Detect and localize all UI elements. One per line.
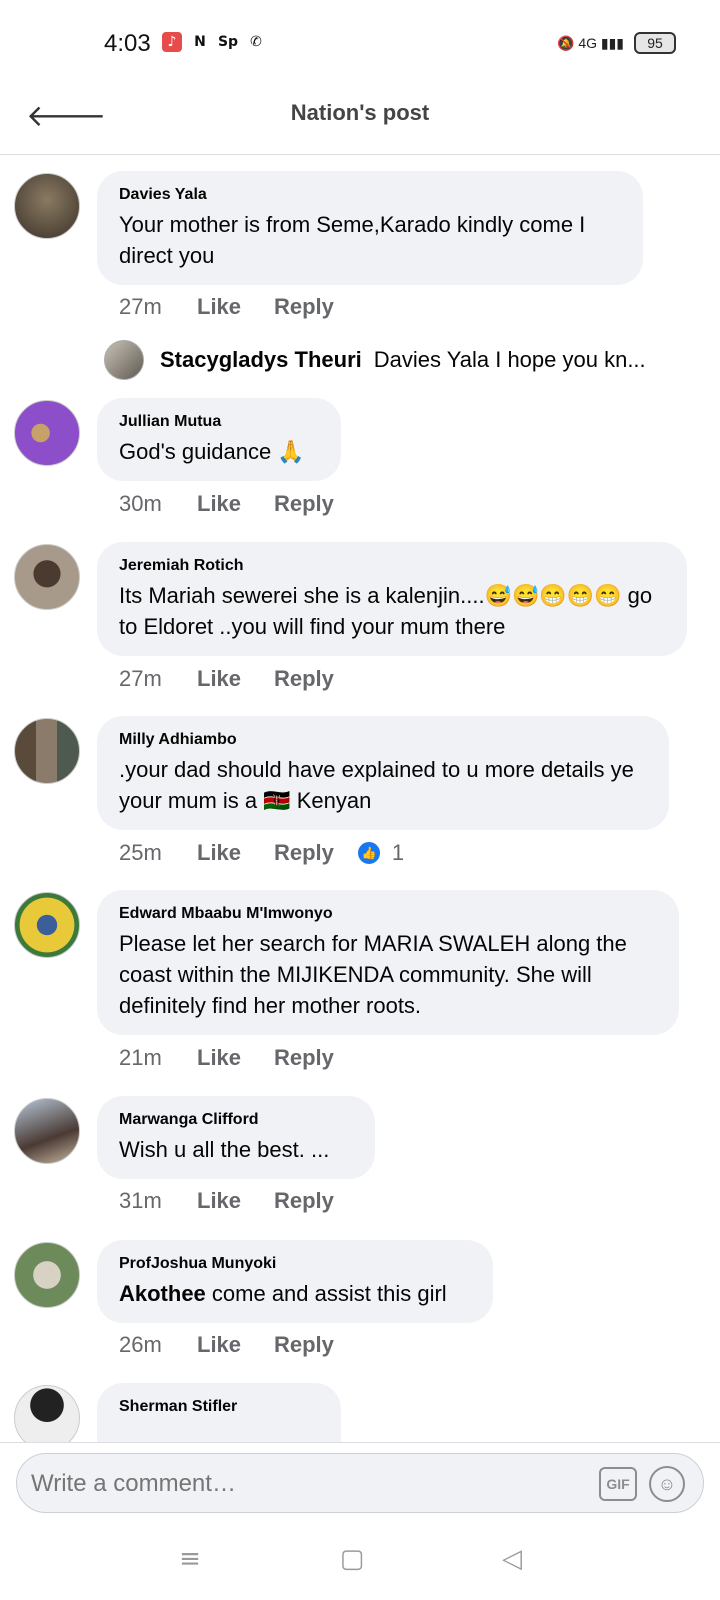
avatar[interactable] <box>14 718 80 784</box>
comment-text: .your dad should have explained to u mor… <box>119 757 634 813</box>
netflix-icon: N <box>194 34 206 50</box>
comment-bubble[interactable]: Milly Adhiambo .your dad should have exp… <box>97 716 669 830</box>
comment-bubble[interactable]: Davies Yala Your mother is from Seme,Kar… <box>97 171 643 285</box>
comment-actions: 31m Like Reply <box>119 1188 334 1214</box>
like-button[interactable]: Like <box>197 666 274 692</box>
page-title: Nation's post <box>290 100 430 125</box>
avatar[interactable] <box>14 1242 80 1308</box>
comment-actions: 21m Like Reply <box>119 1045 334 1071</box>
comment-text: Please let her search for MARIA SWALEH a… <box>119 931 627 1018</box>
menu-icon[interactable]: ≡ <box>170 1544 210 1574</box>
comment-bubble[interactable]: Edward Mbaabu M'Imwonyo Please let her s… <box>97 890 679 1035</box>
comment-composer-bar: GIF ☺ <box>0 1442 720 1523</box>
mentioned-user[interactable]: Akothee <box>119 1281 206 1306</box>
avatar[interactable] <box>14 1385 80 1442</box>
comment-bubble[interactable]: Jullian Mutua God's guidance 🙏 <box>97 398 341 481</box>
emoji-icon[interactable]: ☺ <box>649 1466 685 1502</box>
music-app-icon: ♪ <box>162 32 182 52</box>
comment-time: 27m <box>119 294 162 319</box>
comment-text: Akothee come and assist this girl <box>119 1281 447 1306</box>
signal-icon: 🔕 4G ▮▮▮ <box>557 34 624 51</box>
comments-list[interactable]: Davies Yala Your mother is from Seme,Kar… <box>0 155 720 1442</box>
reply-snippet: Davies Yala I hope you kn... <box>373 347 646 372</box>
comment-time: 21m <box>119 1045 162 1070</box>
comment-bubble[interactable]: ProfJoshua Munyoki Akothee come and assi… <box>97 1240 493 1323</box>
comment-text: God's guidance 🙏 <box>119 439 305 464</box>
reply-button[interactable]: Reply <box>274 840 334 866</box>
comment-actions: 25m Like Reply 👍 1 <box>119 840 404 866</box>
reply-button[interactable]: Reply <box>274 1188 334 1214</box>
like-button[interactable]: Like <box>197 1188 274 1214</box>
avatar[interactable] <box>14 892 80 958</box>
comment-actions: 27m Like Reply <box>119 294 334 320</box>
comment-actions: 26m Like Reply <box>119 1332 334 1358</box>
battery-icon: 95 <box>634 32 676 54</box>
like-button[interactable]: Like <box>197 1332 274 1358</box>
gif-icon[interactable]: GIF <box>599 1467 637 1501</box>
comment-time: 31m <box>119 1188 162 1213</box>
comment-actions: 27m Like Reply <box>119 666 334 692</box>
comment-time: 27m <box>119 666 162 691</box>
status-time: 4:03 <box>104 30 151 57</box>
reply-button[interactable]: Reply <box>274 666 334 692</box>
comment-time: 25m <box>119 840 162 865</box>
like-button[interactable]: Like <box>197 491 274 517</box>
comment-author[interactable]: Milly Adhiambo <box>119 730 647 750</box>
reply-button[interactable]: Reply <box>274 294 334 320</box>
app-bar: 🡐 Nation's post <box>0 90 720 155</box>
reply-button[interactable]: Reply <box>274 1045 334 1071</box>
avatar[interactable] <box>14 1098 80 1164</box>
comment-author[interactable]: Jeremiah Rotich <box>119 556 665 576</box>
comment-time: 30m <box>119 491 162 516</box>
comment-composer: GIF ☺ <box>16 1453 704 1513</box>
reply-author[interactable]: Stacygladys Theuri <box>160 347 362 373</box>
status-app-icons: ♪ N Sp ✆ <box>162 32 266 52</box>
comment-text: Its Mariah sewerei she is a kalenjin....… <box>119 583 653 639</box>
home-icon[interactable]: ▢ <box>332 1544 372 1574</box>
comment-bubble[interactable]: Jeremiah Rotich Its Mariah sewerei she i… <box>97 542 687 656</box>
comment-author[interactable]: ProfJoshua Munyoki <box>119 1254 471 1274</box>
avatar[interactable] <box>14 173 80 239</box>
avatar[interactable] <box>14 544 80 610</box>
avatar[interactable] <box>104 340 144 380</box>
thumbs-up-icon: 👍 <box>355 840 382 866</box>
reply-button[interactable]: Reply <box>274 491 334 517</box>
avatar[interactable] <box>14 400 80 466</box>
comment-time: 26m <box>119 1332 162 1357</box>
reply-button[interactable]: Reply <box>274 1332 334 1358</box>
like-button[interactable]: Like <box>197 1045 274 1071</box>
comment-text: Your mother is from Seme,Karado kindly c… <box>119 212 586 268</box>
comment-actions: 30m Like Reply <box>119 491 334 517</box>
like-button[interactable]: Like <box>197 294 274 320</box>
sp-app-icon: Sp <box>217 34 239 50</box>
system-nav-bar: ≡ ▢ ◁ <box>0 1522 720 1600</box>
status-bar: 4:03 ♪ N Sp ✆ 🔕 4G ▮▮▮ 95 <box>0 0 720 90</box>
comment-input[interactable] <box>29 1462 573 1506</box>
comment-author[interactable]: Marwanga Clifford <box>119 1110 353 1130</box>
comment-bubble[interactable]: Sherman Stifler <box>97 1383 341 1442</box>
comment-text: Wish u all the best. ... <box>119 1137 330 1162</box>
status-indicators: 🔕 4G ▮▮▮ 95 <box>557 32 676 54</box>
comment-bubble[interactable]: Marwanga Clifford Wish u all the best. .… <box>97 1096 375 1179</box>
comment-author[interactable]: Sherman Stifler <box>119 1397 319 1417</box>
reaction-count: 1 <box>391 840 405 865</box>
reply-preview[interactable]: Stacygladys Theuri Davies Yala I hope yo… <box>104 340 704 380</box>
comment-author[interactable]: Jullian Mutua <box>119 412 319 432</box>
comment-author[interactable]: Edward Mbaabu M'Imwonyo <box>119 904 657 924</box>
back-icon[interactable]: ◁ <box>492 1544 532 1574</box>
like-button[interactable]: Like <box>197 840 274 866</box>
reaction-summary[interactable]: 👍 1 <box>355 840 405 866</box>
comment-author[interactable]: Davies Yala <box>119 185 621 205</box>
whatsapp-icon: ✆ <box>250 34 262 50</box>
